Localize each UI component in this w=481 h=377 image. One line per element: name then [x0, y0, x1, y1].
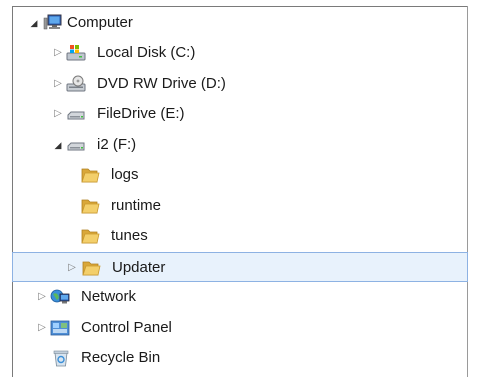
folder-icon	[80, 197, 100, 215]
computer-icon	[43, 14, 63, 32]
collapsed-arrow-icon[interactable]: ▷	[53, 108, 63, 120]
collapsed-arrow-icon[interactable]: ▷	[67, 262, 77, 274]
tree-item-label: Computer	[67, 14, 133, 31]
collapsed-arrow-icon[interactable]: ▷	[37, 291, 47, 303]
removable-drive-icon	[66, 105, 86, 123]
tree-item-recycle-bin[interactable]: Recycle Bin	[13, 343, 467, 373]
tree-item-local-disk[interactable]: ▷ Local Disk (C:)	[13, 38, 467, 68]
tree-item-label: i2 (F:)	[97, 136, 137, 153]
tree-item-label: DVD RW Drive (D:)	[97, 75, 226, 92]
tree-item-i2-drive[interactable]: ◢ i2 (F:)	[13, 130, 467, 160]
collapsed-arrow-icon[interactable]: ▷	[53, 47, 63, 59]
tree-item-control-panel[interactable]: ▷ Control Panel	[13, 313, 467, 343]
tree-item-label: runtime	[111, 197, 162, 214]
tree-item-label: Control Panel	[81, 319, 172, 336]
tree-item-label: logs	[111, 166, 139, 183]
removable-drive-icon	[66, 136, 86, 154]
expanded-arrow-icon[interactable]: ◢	[53, 139, 63, 151]
tree-item-label: tunes	[111, 227, 148, 244]
tree-item-label: Network	[81, 288, 137, 305]
folder-icon	[80, 227, 100, 245]
collapsed-arrow-icon[interactable]: ▷	[37, 322, 47, 334]
tree-item-dvd-drive[interactable]: ▷ DVD RW Drive (D:)	[13, 69, 467, 99]
collapsed-arrow-icon[interactable]: ▷	[53, 78, 63, 90]
tree-item-network[interactable]: ▷ Network	[13, 282, 467, 312]
tree-item-updater[interactable]: ▷ Updater	[12, 252, 468, 282]
control-panel-icon	[50, 319, 70, 337]
tree-item-label: FileDrive (E:)	[97, 105, 185, 122]
local-disk-icon	[66, 44, 86, 62]
pane-border-right	[467, 6, 468, 377]
expanded-arrow-icon[interactable]: ◢	[29, 17, 39, 29]
folder-icon	[80, 166, 100, 184]
tree-item-computer[interactable]: ◢ Computer	[13, 8, 467, 38]
navigation-pane: ◢ Computer ▷ Local Disk (C:) ▷ DVD RW Dr…	[0, 0, 481, 377]
folder-icon	[81, 259, 101, 277]
tree-item-tunes[interactable]: tunes	[13, 221, 467, 251]
tree-item-label: Local Disk (C:)	[97, 44, 196, 61]
tree-item-label: Updater	[112, 259, 166, 276]
dvd-drive-icon	[66, 75, 86, 93]
recycle-bin-icon	[51, 349, 71, 367]
pane-border-top	[12, 6, 467, 7]
tree-item-label: Recycle Bin	[81, 349, 161, 366]
tree-item-runtime[interactable]: runtime	[13, 191, 467, 221]
network-icon	[50, 288, 70, 306]
tree-item-file-drive[interactable]: ▷ FileDrive (E:)	[13, 99, 467, 129]
tree-item-logs[interactable]: logs	[13, 160, 467, 190]
